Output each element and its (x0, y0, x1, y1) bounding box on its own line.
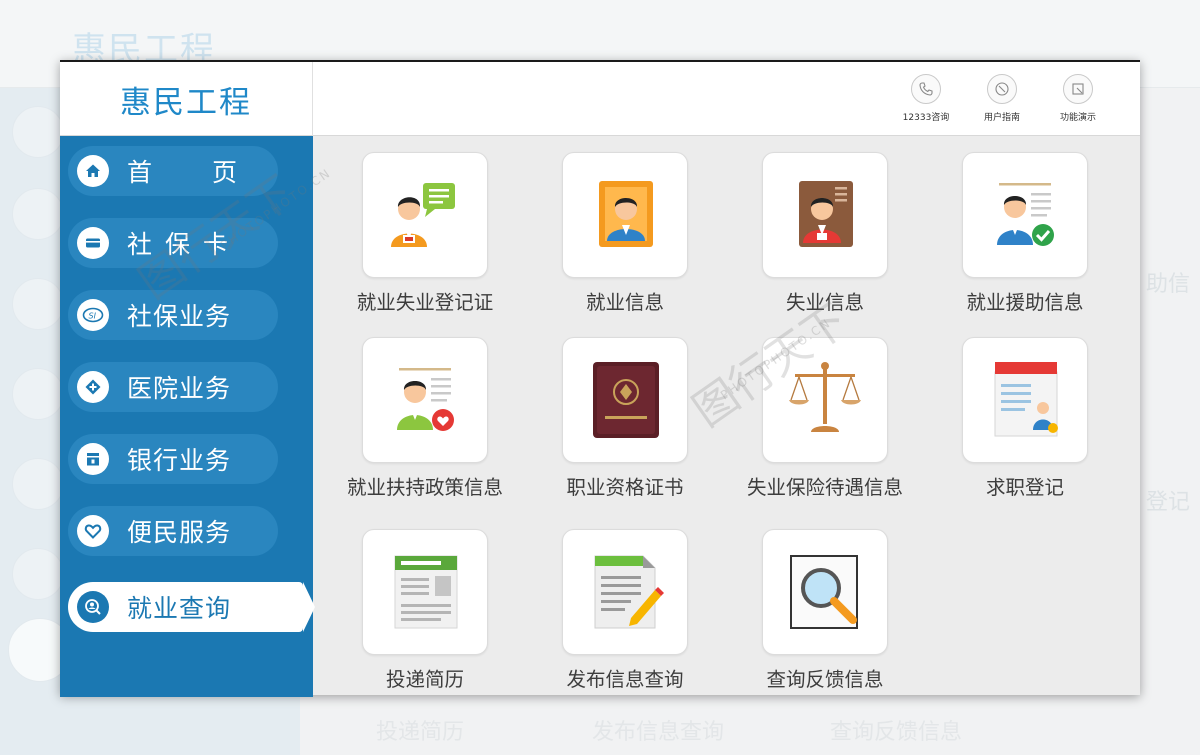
background-bottom-label: 发布信息查询 (592, 720, 725, 745)
tile-label: 就业信息 (585, 291, 664, 314)
tile-job-registration[interactable]: 求职登记 (925, 337, 1125, 500)
tile-employment-aid[interactable]: 就业援助信息 (925, 152, 1125, 315)
bank-icon (77, 443, 109, 475)
tile-label: 就业援助信息 (966, 291, 1084, 314)
phone-icon (911, 74, 941, 104)
top-actions: 12333咨询 用户指南 功能演示 (898, 74, 1106, 123)
background-nav-circle (12, 548, 64, 600)
tile-label: 投递简历 (385, 668, 464, 691)
unemployment-info-icon (762, 152, 888, 278)
user-guide-button[interactable]: 用户指南 (974, 74, 1030, 123)
background-bottom-label: 查询反馈信息 (830, 720, 963, 745)
tile-label: 职业资格证书 (566, 476, 684, 499)
sidebar-item-hospital[interactable]: 医院业务 (68, 362, 278, 412)
tile-label: 失业信息 (785, 291, 864, 314)
service-grid: 就业失业登记证 就业信息 失业信息 就业援助信息 就业扶持政策信息 职业资格证书… (313, 136, 1140, 697)
tile-label: 发布信息查询 (566, 668, 684, 691)
svg-text:SI: SI (89, 312, 97, 321)
tile-professional-certificate[interactable]: 职业资格证书 (525, 337, 725, 500)
employment-info-icon (562, 152, 688, 278)
background-bottom-labels: 投递简历 发布信息查询 查询反馈信息 (300, 712, 1200, 752)
document-edit-icon (562, 529, 688, 655)
background-right-label: 助信 (1146, 272, 1191, 297)
background-nav-circle (12, 106, 64, 158)
app-title: 惠民工程 (120, 84, 252, 121)
sidebar-item-label: 银行业务 (127, 446, 232, 475)
sidebar-item-label: 社保卡 (127, 230, 242, 259)
sidebar-item-bank[interactable]: 银行业务 (68, 434, 278, 484)
resume-icon (362, 529, 488, 655)
tile-employment-info[interactable]: 就业信息 (525, 152, 725, 315)
background-nav-circle (12, 188, 64, 240)
tile-published-info-query[interactable]: 发布信息查询 (525, 529, 725, 692)
search-person-icon (77, 591, 109, 623)
sidebar-item-label: 首 页 (127, 158, 263, 187)
tile-label: 查询反馈信息 (766, 668, 884, 691)
sidebar-item-label: 医院业务 (127, 374, 232, 403)
scales-icon (762, 337, 888, 463)
support-policy-icon (362, 337, 488, 463)
registration-card-icon (362, 152, 488, 278)
consult-12333-button[interactable]: 12333咨询 (898, 74, 954, 123)
sidebar-item-convenience[interactable]: 便民服务 (68, 506, 278, 556)
consult-label: 12333咨询 (902, 113, 950, 123)
employment-aid-icon (962, 152, 1088, 278)
sidebar: 首 页 社保卡 SI 社保业务 医院业务 银行业务 便民服务 就业查询 (60, 136, 315, 697)
job-application-icon (962, 337, 1088, 463)
hospital-icon (77, 371, 109, 403)
demo-icon (1063, 74, 1093, 104)
sidebar-item-employment-query[interactable]: 就业查询 (68, 582, 315, 632)
sidebar-item-label: 便民服务 (127, 518, 232, 547)
card-icon (77, 227, 109, 259)
heart-icon (77, 515, 109, 547)
header-bar: 惠民工程 12333咨询 用户指南 功能演示 (60, 62, 1140, 136)
sidebar-item-social-security-card[interactable]: 社保卡 (68, 218, 278, 268)
app-window: 惠民工程 12333咨询 用户指南 功能演示 首 页 社保卡 SI 社保业务 医… (60, 60, 1140, 697)
background-bottom-label: 投递简历 (376, 720, 465, 745)
tile-submit-resume[interactable]: 投递简历 (325, 529, 525, 692)
sidebar-item-label: 就业查询 (127, 594, 232, 623)
user-guide-label: 用户指南 (983, 113, 1020, 123)
compass-icon (987, 74, 1017, 104)
tile-employment-registration[interactable]: 就业失业登记证 (325, 152, 525, 315)
background-nav-circle (12, 278, 64, 330)
tile-label: 就业扶持政策信息 (346, 476, 503, 499)
feature-demo-label: 功能演示 (1059, 113, 1096, 123)
feature-demo-button[interactable]: 功能演示 (1050, 74, 1106, 123)
certificate-icon (562, 337, 688, 463)
tile-label: 失业保险待遇信息 (746, 476, 903, 499)
tile-support-policy[interactable]: 就业扶持政策信息 (325, 337, 525, 500)
background-nav-circle (12, 368, 64, 420)
background-nav-circle (12, 458, 64, 510)
home-icon (77, 155, 109, 187)
sidebar-item-label: 社保业务 (127, 302, 232, 331)
tile-label: 就业失业登记证 (356, 291, 494, 314)
tile-unemployment-info[interactable]: 失业信息 (725, 152, 925, 315)
logo-area: 惠民工程 (60, 62, 313, 136)
si-icon: SI (77, 299, 109, 331)
sidebar-item-social-security-business[interactable]: SI 社保业务 (68, 290, 278, 340)
tile-label: 求职登记 (985, 476, 1064, 499)
tile-query-feedback[interactable]: 查询反馈信息 (725, 529, 925, 692)
magnifier-icon (762, 529, 888, 655)
background-right-label: 登记 (1146, 490, 1191, 515)
tile-unemployment-insurance[interactable]: 失业保险待遇信息 (725, 337, 925, 500)
sidebar-item-home[interactable]: 首 页 (68, 146, 278, 196)
